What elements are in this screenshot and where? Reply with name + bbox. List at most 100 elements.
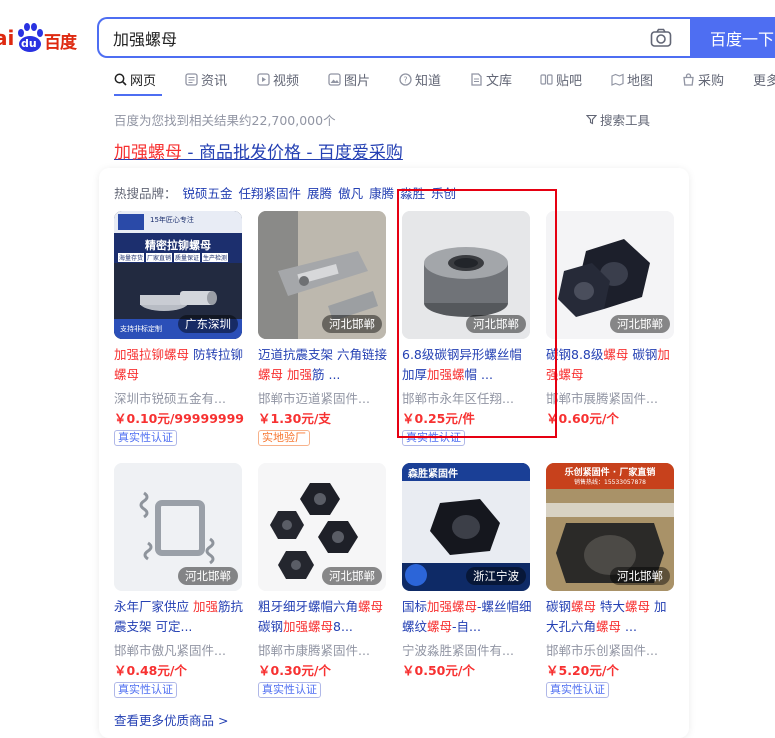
product-item[interactable]: 河北邯郸 6.8级碳钢异形螺丝帽加厚加强螺帽 ... 邯郸市永年区任翔... ￥… (402, 211, 532, 451)
seller-name[interactable]: 宁波淼胜紧固件有... (402, 640, 534, 659)
location-badge: 河北邯郸 (322, 315, 382, 333)
seller-name[interactable]: 邯郸市展腾紧固件... (546, 388, 678, 407)
product-item[interactable]: 河北邯郸 粗牙细牙螺帽六角螺母碳钢加强螺母8... 邯郸市康腾紧固件... ￥0… (258, 463, 388, 703)
more-products-link[interactable]: 查看更多优质商品 > (114, 710, 228, 729)
tab-image[interactable]: 图片 (328, 69, 370, 89)
tab-more[interactable]: 更多 (753, 69, 775, 89)
brand-link[interactable]: 康腾 (369, 186, 394, 201)
search-tabs: 网页 资讯 视频 图片 ? 知道 文库 贴吧 地图 采购 更多 (114, 69, 775, 96)
name-text: 永年厂家供应 (114, 599, 193, 614)
name-text: 国标 (402, 599, 428, 614)
logo-ai-text: ai (0, 26, 15, 50)
keyword-highlight: 加强螺母 (283, 619, 334, 634)
tab-zhidao[interactable]: ? 知道 (399, 69, 441, 89)
search-tools-button[interactable]: 搜索工具 (586, 110, 650, 129)
baidu-logo[interactable]: ai du 百度 (0, 22, 90, 56)
keyword-highlight: 螺母 (114, 367, 140, 382)
product-name[interactable]: 永年厂家供应 加强筋抗震支架 可定... (114, 597, 246, 637)
logo-baidu-text: 百度 (44, 33, 77, 53)
tab-video[interactable]: 视频 (257, 69, 299, 89)
product-image[interactable]: 森胜紧固件 浙江宁波 (402, 463, 530, 591)
product-item[interactable]: 河北邯郸 碳钢8.8级螺母 碳钢加强螺母 邯郸市展腾紧固件... ￥0.60元/… (546, 211, 676, 451)
product-name[interactable]: 迈道抗震支架 六角链接螺母 加强筋 ... (258, 345, 390, 385)
name-text: 碳钢8.8级 (546, 347, 604, 362)
verified-badge: 真实性认证 (114, 430, 177, 446)
name-text: 防转拉铆 (189, 347, 243, 362)
search-box (97, 17, 690, 58)
tab-label: 图片 (344, 73, 371, 89)
search-button[interactable]: 百度一下 (690, 17, 775, 58)
seller-name[interactable]: 深圳市锐硕五金有... (114, 388, 246, 407)
product-item[interactable]: 河北邯郸 永年厂家供应 加强筋抗震支架 可定... 邯郸市傲凡紧固件... ￥0… (114, 463, 244, 703)
keyword-highlight: 螺母 (596, 619, 622, 634)
thumb-tag: 厂家直销 (146, 253, 173, 262)
product-name[interactable]: 6.8级碳钢异形螺丝帽加厚加强螺帽 ... (402, 345, 534, 385)
thumb-title: 森胜紧固件 (408, 469, 458, 480)
search-input[interactable] (113, 27, 633, 49)
brand-link[interactable]: 淼胜 (400, 186, 425, 201)
product-image[interactable]: 河北邯郸 (258, 463, 386, 591)
tab-tieba[interactable]: 贴吧 (540, 69, 582, 89)
product-price: ￥0.50元/个 (402, 663, 475, 678)
tab-web[interactable]: 网页 (114, 69, 156, 89)
result-title-link[interactable]: 加强螺母 - 商品批发价格 - 百度爱采购 (114, 138, 403, 163)
product-image[interactable]: 河北邯郸 (402, 211, 530, 339)
seller-name[interactable]: 邯郸市傲凡紧固件... (114, 640, 246, 659)
keyword-highlight: 加强 (192, 599, 218, 614)
tab-map[interactable]: 地图 (611, 69, 653, 89)
name-text: 粗牙细牙螺帽六角 (258, 599, 359, 614)
seller-name[interactable]: 邯郸市乐创紧固件... (546, 640, 678, 659)
product-price: ￥5.20元/个 (546, 663, 619, 678)
result-count: 百度为您找到相关结果约22,700,000个 (114, 113, 336, 128)
location-badge: 河北邯郸 (610, 567, 670, 585)
product-name[interactable]: 碳钢螺母 特大螺母 加大孔六角螺母 ... (546, 597, 678, 637)
keyword-highlight: 螺母 (571, 599, 597, 614)
product-image[interactable]: 乐创紧固件 · 厂家直销 销售热线：15533057878 河北邯郸 (546, 463, 674, 591)
location-badge: 河北邯郸 (322, 567, 382, 585)
location-badge: 河北邯郸 (178, 567, 238, 585)
keyword-highlight: 螺母 (558, 367, 584, 382)
thumb-tag: 质量保证 (174, 253, 201, 262)
tieba-icon (540, 73, 553, 85)
keyword-highlight: 加强螺母 (427, 599, 478, 614)
camera-icon[interactable] (650, 28, 672, 48)
verified-badge: 真实性认证 (402, 430, 465, 446)
brand-link[interactable]: 傲凡 (338, 186, 363, 201)
product-item[interactable]: 15年匠心专注 精密拉铆螺母 海量存货 厂家直销 质量保证 生产检测 支持非标定… (114, 211, 244, 451)
name-text: -自... (452, 619, 481, 634)
product-price: ￥0.60元/个 (546, 411, 619, 426)
seller-name[interactable]: 邯郸市迈道紧固件... (258, 388, 390, 407)
tab-label: 更多 (753, 73, 775, 89)
tab-wenku[interactable]: 文库 (470, 69, 512, 89)
product-item[interactable]: 河北邯郸 迈道抗震支架 六角链接螺母 加强筋 ... 邯郸市迈道紧固件... ￥… (258, 211, 388, 451)
product-item[interactable]: 森胜紧固件 浙江宁波 国标加强螺母-螺丝帽细螺纹螺母-自... 宁波淼胜紧固件有… (402, 463, 532, 703)
brand-link[interactable]: 任翔紧固件 (239, 186, 302, 201)
product-name[interactable]: 碳钢8.8级螺母 碳钢加强螺母 (546, 345, 678, 385)
product-name[interactable]: 粗牙细牙螺帽六角螺母碳钢加强螺母8... (258, 597, 390, 637)
seller-name[interactable]: 邯郸市永年区任翔... (402, 388, 534, 407)
keyword-highlight: 加强拉铆螺母 (114, 347, 190, 362)
tab-news[interactable]: 资讯 (185, 69, 227, 89)
keyword-highlight: 加强 (287, 367, 313, 382)
product-image[interactable]: 河北邯郸 (258, 211, 386, 339)
product-image[interactable]: 河北邯郸 (546, 211, 674, 339)
keyword-highlight: 螺母 (625, 599, 651, 614)
product-price: ￥1.30元/支 (258, 411, 331, 426)
product-name[interactable]: 加强拉铆螺母 防转拉铆螺母 (114, 345, 246, 385)
name-text: 迈道抗震支架 六角链接 (258, 347, 387, 362)
product-image[interactable]: 河北邯郸 (114, 463, 242, 591)
keyword-highlight: 螺母 (258, 367, 284, 382)
brand-link[interactable]: 锐硕五金 (183, 186, 233, 201)
product-item[interactable]: 乐创紧固件 · 厂家直销 销售热线：15533057878 河北邯郸 碳钢螺母 … (546, 463, 676, 703)
name-text: 帽 ... (464, 367, 493, 382)
tab-label: 网页 (130, 73, 157, 89)
tab-label: 文库 (486, 73, 513, 89)
title-highlight: 加强螺母 (114, 143, 182, 163)
tab-label: 采购 (698, 73, 725, 89)
product-image[interactable]: 15年匠心专注 精密拉铆螺母 海量存货 厂家直销 质量保证 生产检测 支持非标定… (114, 211, 242, 339)
product-name[interactable]: 国标加强螺母-螺丝帽细螺纹螺母-自... (402, 597, 534, 637)
brand-link[interactable]: 展腾 (307, 186, 332, 201)
tab-caigou[interactable]: 采购 (682, 69, 724, 89)
brand-link[interactable]: 乐创 (431, 186, 456, 201)
seller-name[interactable]: 邯郸市康腾紧固件... (258, 640, 390, 659)
